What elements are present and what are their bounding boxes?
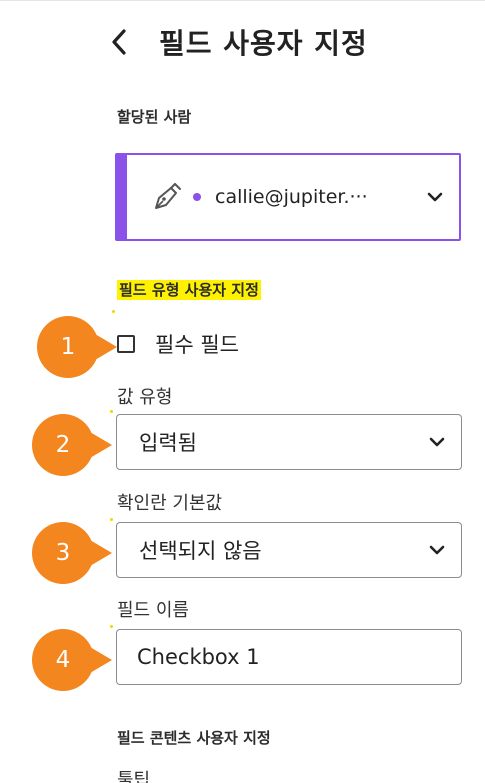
- chevron-down-icon: [427, 192, 443, 202]
- chevron-left-icon: [112, 29, 126, 55]
- tooltip-label: 툴팁: [117, 770, 151, 783]
- chevron-down-icon: [429, 545, 445, 555]
- required-label: 필수 필드: [155, 333, 239, 357]
- assignee-email: callie@jupiter.···: [215, 186, 368, 208]
- assignee-label: 할당된 사람: [117, 108, 192, 126]
- value-type-select[interactable]: 입력됨: [116, 414, 462, 470]
- top-divider: [0, 0, 485, 1]
- callout-badge-2: 2: [32, 414, 112, 476]
- content-section-label: 필드 콘텐츠 사용자 지정: [117, 729, 271, 747]
- status-dot: [193, 193, 201, 201]
- required-checkbox[interactable]: [117, 335, 135, 353]
- value-type-label: 값 유형: [117, 387, 173, 408]
- checkbox-default-label: 확인란 기본값: [117, 493, 223, 514]
- checkbox-default-value: 선택되지 않음: [139, 539, 262, 563]
- marker-dot: [110, 518, 113, 521]
- callout-badge-4: 4: [32, 629, 112, 691]
- value-type-value: 입력됨: [139, 431, 197, 455]
- field-type-section-label: 필드 유형 사용자 지정: [117, 279, 261, 300]
- field-type-section-text: 필드 유형 사용자 지정: [117, 280, 261, 300]
- callout-badge-3: 3: [32, 522, 112, 584]
- callout-badge-1: 1: [37, 316, 117, 378]
- chevron-down-icon: [429, 437, 445, 447]
- marker-dot: [110, 625, 113, 628]
- assignee-select[interactable]: callie@jupiter.···: [115, 153, 461, 241]
- marker-dot: [112, 310, 115, 313]
- field-name-label: 필드 이름: [117, 600, 189, 621]
- marker-dot: [110, 410, 113, 413]
- page-title: 필드 사용자 지정: [159, 27, 368, 60]
- field-name-input[interactable]: Checkbox 1: [116, 629, 462, 685]
- panel-header: 필드 사용자 지정: [105, 22, 368, 62]
- checkbox-default-select[interactable]: 선택되지 않음: [116, 522, 462, 578]
- field-name-value: Checkbox 1: [137, 645, 260, 669]
- required-field-row[interactable]: 필수 필드: [117, 329, 239, 359]
- field-settings-panel: 필드 사용자 지정 할당된 사람 callie@jupiter.··· 필드 유…: [0, 0, 485, 783]
- pen-icon: [155, 183, 181, 209]
- back-button[interactable]: [105, 22, 133, 62]
